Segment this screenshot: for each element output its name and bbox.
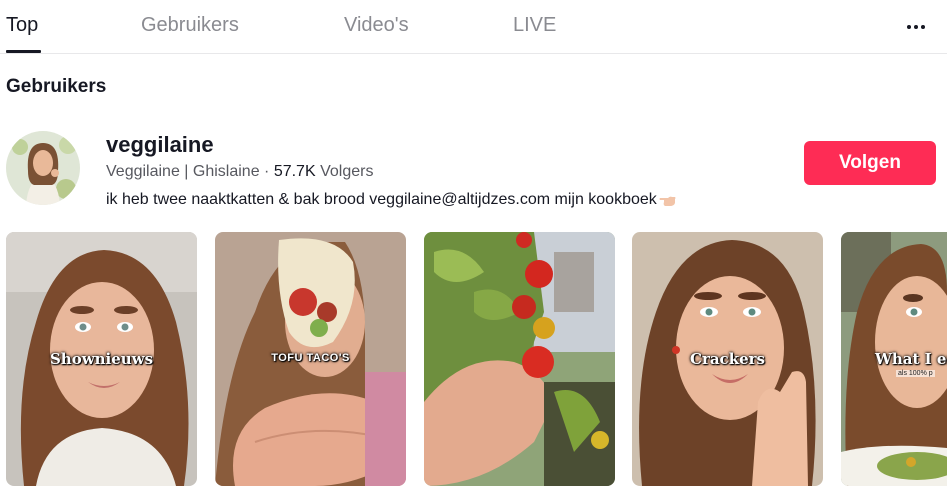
video-card[interactable]: Crackers [632, 232, 823, 486]
tab-users[interactable]: Gebruikers [141, 14, 239, 37]
avatar[interactable] [6, 131, 80, 205]
meta-separator: · [259, 163, 274, 180]
video-card[interactable]: Shownieuws [6, 232, 197, 486]
bio-text: ik heb twee naaktkatten & bak brood vegg… [106, 191, 657, 208]
account-meta: Veggilaine | Ghislaine · 57.7K Volgers [106, 163, 373, 181]
tab-videos[interactable]: Video's [344, 14, 409, 37]
video-caption: TOFU TACO'S [271, 352, 350, 364]
follower-count: 57.7K [273, 163, 316, 180]
more-options-icon[interactable] [898, 12, 934, 40]
video-subcaption: als 100% p [896, 370, 935, 377]
video-caption: What I ea [875, 350, 947, 368]
search-tabs: Top Gebruikers Video's LIVE [0, 0, 947, 54]
follow-button[interactable]: Volgen [804, 141, 936, 185]
video-caption: Crackers [690, 350, 765, 368]
active-tab-indicator [6, 50, 41, 53]
tab-live[interactable]: LIVE [513, 14, 556, 37]
account-username[interactable]: veggilaine [106, 132, 214, 158]
account-bio: ik heb twee naaktkatten & bak brood vegg… [106, 191, 677, 209]
follower-label: Volgers [320, 163, 374, 180]
tab-top[interactable]: Top [6, 14, 38, 37]
account-nickname: Veggilaine | Ghislaine [106, 163, 260, 180]
video-card[interactable]: What I ea als 100% p [841, 232, 947, 486]
pointing-hand-emoji-icon [659, 191, 677, 207]
video-card[interactable]: TOFU TACO'S [215, 232, 406, 486]
video-card[interactable] [424, 232, 615, 486]
video-caption: Shownieuws [49, 350, 154, 368]
section-title-users: Gebruikers [6, 76, 107, 97]
